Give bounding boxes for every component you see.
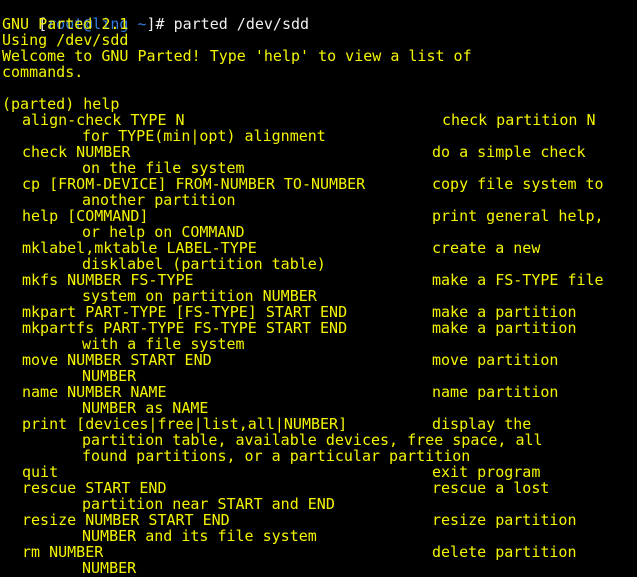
help-command: help [COMMAND] [22, 207, 149, 225]
help-row-continuation: system on partition NUMBER [2, 288, 317, 304]
help-row: align-check TYPE N check partition N [2, 112, 596, 128]
help-row-continuation: with a file system [2, 336, 245, 352]
help-command: mkpartfs PART-TYPE FS-TYPE START END [22, 319, 348, 337]
help-description-cont: partition near START and END [82, 495, 335, 513]
help-description: check partition N [442, 111, 596, 129]
help-description-cont: with a file system [82, 335, 245, 353]
parted-prompt: (parted) help [2, 95, 120, 113]
help-description: create a new [432, 239, 541, 257]
help-command: cp [FROM-DEVICE] FROM-NUMBER TO-NUMBER [22, 175, 366, 193]
help-row: rescue START END rescue a lost [2, 480, 549, 496]
help-description-cont: NUMBER [82, 367, 137, 385]
help-command: name NUMBER NAME [22, 383, 167, 401]
help-row-continuation: NUMBER [2, 368, 136, 384]
help-row-continuation: disklabel (partition table) [2, 256, 326, 272]
help-row: check NUMBER do a simple check [2, 144, 586, 160]
help-description-cont: disklabel (partition table) [82, 255, 326, 273]
help-row: mkfs NUMBER FS-TYPE make a FS-TYPE file [2, 272, 604, 288]
help-description: print general help, [432, 207, 604, 225]
help-command: print [devices|free|list,all|NUMBER] [22, 415, 348, 433]
help-description: copy file system to [432, 175, 604, 193]
help-description: delete partition [432, 543, 577, 561]
help-row: mkpartfs PART-TYPE FS-TYPE START END mak… [2, 320, 577, 336]
help-row: quit exit program [2, 464, 540, 480]
using-device: Using /dev/sdd [2, 31, 129, 49]
help-description-cont: NUMBER as NAME [82, 399, 209, 417]
help-row: mklabel,mktable LABEL-TYPE create a new [2, 240, 540, 256]
help-description: display the [432, 415, 532, 433]
help-row-continuation: NUMBER and its file system [2, 528, 317, 544]
help-row: move NUMBER START END move partition [2, 352, 558, 368]
help-description: exit program [432, 463, 541, 481]
help-row: help [COMMAND] print general help, [2, 208, 604, 224]
help-row-continuation: another partition [2, 192, 236, 208]
help-command: check NUMBER [22, 143, 131, 161]
welcome-line-1: Welcome to GNU Parted! Type 'help' to vi… [2, 47, 472, 65]
help-command: resize NUMBER START END [22, 511, 230, 529]
help-command: move NUMBER START END [22, 351, 212, 369]
help-row: name NUMBER NAME name partition [2, 384, 558, 400]
help-command: rm NUMBER [22, 543, 104, 561]
help-description: resize partition [432, 511, 577, 529]
help-description-cont: another partition [82, 191, 236, 209]
help-row-continuation: partition table, available devices, free… [2, 432, 543, 448]
help-row: mkpart PART-TYPE [FS-TYPE] START END mak… [2, 304, 577, 320]
help-description: do a simple check [432, 143, 586, 161]
help-row: print [devices|free|list,all|NUMBER] dis… [2, 416, 531, 432]
help-description-cont: found partitions, or a particular partit… [82, 447, 471, 465]
help-description-cont: for TYPE(min|opt) alignment [82, 127, 326, 145]
help-description-cont: or help on COMMAND [82, 223, 245, 241]
help-description: make a FS-TYPE file [432, 271, 604, 289]
help-row: resize NUMBER START END resize partition [2, 512, 577, 528]
help-command: mklabel,mktable LABEL-TYPE [22, 239, 257, 257]
help-description-cont: NUMBER and its file system [82, 527, 317, 545]
help-description-cont: partition table, available devices, free… [82, 431, 543, 449]
help-command: quit [22, 463, 59, 481]
parted-version: GNU Parted 2.1 [2, 15, 129, 33]
help-row-continuation: on the file system [2, 160, 245, 176]
help-row-continuation: partition near START and END [2, 496, 335, 512]
help-command: align-check TYPE N [22, 111, 185, 129]
help-command: rescue START END [22, 479, 167, 497]
help-row-continuation: NUMBER as NAME [2, 400, 208, 416]
prompt-cwd: ~ [128, 15, 147, 33]
welcome-line-2: commands. [2, 63, 84, 81]
help-description: rescue a lost [432, 479, 550, 497]
help-description: make a partition [432, 319, 577, 337]
shell-command: parted /dev/sdd [173, 15, 310, 33]
help-command: mkpart PART-TYPE [FS-TYPE] START END [22, 303, 348, 321]
terminal-window[interactable]: [root@ling ~]# parted /dev/sdd GNU Parte… [0, 0, 637, 577]
help-description: make a partition [432, 303, 577, 321]
help-row: rm NUMBER delete partition [2, 544, 577, 560]
help-command: mkfs NUMBER FS-TYPE [22, 271, 194, 289]
help-row: cp [FROM-DEVICE] FROM-NUMBER TO-NUMBER c… [2, 176, 604, 192]
prompt-close-bracket: ]# [146, 15, 174, 33]
help-row-continuation: NUMBER [2, 560, 136, 576]
help-description: move partition [432, 351, 559, 369]
help-row-continuation: or help on COMMAND [2, 224, 245, 240]
shell-prompt-line: [root@ling ~]# parted /dev/sdd [2, 0, 309, 32]
help-row-continuation: for TYPE(min|opt) alignment [2, 128, 326, 144]
help-description: name partition [432, 383, 559, 401]
help-description-cont: on the file system [82, 159, 245, 177]
help-description-cont: system on partition NUMBER [82, 287, 317, 305]
help-row-continuation: found partitions, or a particular partit… [2, 448, 470, 464]
help-description-cont: NUMBER [82, 559, 137, 577]
